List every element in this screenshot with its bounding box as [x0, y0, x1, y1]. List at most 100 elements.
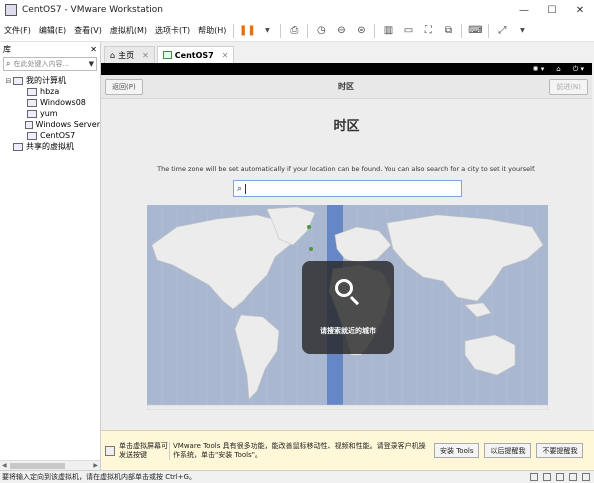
menu-vm[interactable]: 虚拟机(M) [106, 25, 151, 36]
scroll-left-icon[interactable]: ◀ [2, 462, 7, 469]
timezone-search-input[interactable]: ⌕ [233, 180, 462, 197]
click-hint: 单击虚拟屏幕可发送按键 [101, 442, 169, 460]
maximize-button[interactable]: ☐ [538, 0, 566, 20]
close-button[interactable]: ✕ [566, 0, 594, 20]
unity-icon[interactable]: ⧉ [441, 24, 455, 38]
tab-bar: ⌂ 主页 ✕ CentOS7 ✕ [101, 42, 594, 63]
hard-disk-icon[interactable] [530, 473, 538, 481]
tree-node[interactable]: hbza [0, 86, 100, 97]
menu-view[interactable]: 查看(V) [70, 25, 106, 36]
usb-icon[interactable] [569, 473, 577, 481]
network-icon[interactable]: ⌂ [556, 65, 560, 73]
world-map[interactable]: 请搜索就近的城市 [147, 205, 548, 410]
tree-node[interactable]: 共享的虚拟机 [0, 141, 100, 152]
gnome-top-bar: ✺ ▾ ⌂ ⏻ ▾ [101, 63, 592, 75]
tree-node[interactable]: Windows08 [0, 97, 100, 108]
vm-icon [27, 87, 37, 96]
send-keys-icon[interactable]: ⎙ [287, 24, 301, 38]
library-title: 库 [3, 44, 11, 54]
accessibility-icon[interactable]: ✺ ▾ [533, 65, 545, 73]
tree-node-label: CentOS7 [40, 131, 76, 140]
status-bar: 要将输入定向到该虚拟机，请在虚拟机内部单击或按 Ctrl+G。 [0, 470, 594, 483]
toolbar-separator [307, 23, 309, 38]
home-icon: ⌂ [110, 50, 116, 60]
library-header: 库 ✕ [0, 42, 100, 56]
search-hint-text: 请搜索就近的城市 [320, 327, 376, 335]
search-icon: ⌕ [6, 59, 11, 68]
menu-help[interactable]: 帮助(H) [194, 25, 230, 36]
printer-icon[interactable] [582, 473, 590, 481]
full-screen-icon[interactable]: ⛶ [421, 24, 435, 38]
chevron-down-icon[interactable]: ▼ [89, 60, 94, 68]
snapshot-manager-icon[interactable]: ⊜ [354, 24, 368, 38]
tree-node-label: Windows08 [40, 98, 86, 107]
tree-node[interactable]: Windows Server [0, 119, 100, 130]
tab-label: 主页 [118, 50, 135, 60]
vmware-app-icon [5, 4, 17, 16]
tree-node-label: hbza [40, 87, 60, 96]
dropdown-arrow-icon[interactable]: ▼ [260, 24, 274, 38]
click-hint-text: 单击虚拟屏幕可发送按键 [119, 441, 168, 459]
tab-centos7[interactable]: CentOS7 ✕ [156, 46, 235, 63]
status-text: 要将输入定向到该虚拟机，请在虚拟机内部单击或按 Ctrl+G。 [2, 473, 196, 481]
snapshot-icon[interactable]: ◷ [314, 24, 328, 38]
pause-icon[interactable]: ❚❚ [239, 24, 256, 38]
library-tree: ⊟ 我的计算机 hbza Windows08 yum Windows Server Cent… [0, 75, 100, 152]
tree-node-label: 共享的虚拟机 [26, 142, 74, 151]
vm-icon [27, 109, 37, 118]
remind-later-button[interactable]: 以后提醒我 [484, 443, 532, 458]
text-caret [245, 183, 247, 194]
scroll-right-icon[interactable]: ▶ [93, 462, 98, 469]
computer-icon [13, 142, 23, 151]
title-bar: CentOS7 - VMware Workstation — ☐ ✕ [0, 0, 594, 20]
library-search-placeholder: 在此处键入内容... [13, 60, 70, 68]
revert-snapshot-icon[interactable]: ⊖ [334, 24, 348, 38]
never-remind-button[interactable]: 不要提醒我 [536, 443, 584, 458]
menu-bar: 文件(F) 编辑(E) 查看(V) 虚拟机(M) 选项卡(T) 帮助(H) ❚❚… [0, 20, 594, 42]
notification-bar: 单击虚拟屏幕可发送按键 VMware Tools 具有很多功能，能改善鼠标移动性… [101, 430, 594, 470]
search-icon: ⌕ [237, 183, 243, 194]
show-library-icon[interactable]: ▥ [381, 24, 395, 38]
stretch-icon[interactable]: ⤢ [495, 24, 509, 38]
network-adapter-icon[interactable] [556, 473, 564, 481]
minimize-button[interactable]: — [510, 0, 538, 20]
installer-header: 返回(P) 时区 前进(N) [101, 75, 592, 99]
forward-button[interactable]: 前进(N) [549, 78, 588, 95]
search-hint-overlay: 请搜索就近的城市 [302, 261, 394, 354]
tree-node-label: 我的计算机 [26, 76, 66, 85]
tab-home[interactable]: ⌂ 主页 ✕ [104, 46, 155, 63]
tree-node[interactable]: yum [0, 108, 100, 119]
dropdown-arrow-icon[interactable]: ▼ [515, 24, 529, 38]
window-title: CentOS7 - VMware Workstation [22, 5, 164, 15]
library-search-input[interactable]: ⌕ 在此处键入内容... ▼ [3, 57, 97, 71]
toolbar-separator [233, 23, 235, 38]
vm-console[interactable]: ✺ ▾ ⌂ ⏻ ▾ 返回(P) 时区 前进(N) 时区 The time zon… [101, 63, 592, 429]
menu-tabs[interactable]: 选项卡(T) [151, 25, 194, 36]
tree-node-label: yum [40, 109, 58, 118]
toolbar-separator [374, 23, 376, 38]
library-scrollbar[interactable]: ◀ ▶ [0, 460, 100, 470]
tree-expander-icon[interactable]: ⊟ [4, 77, 13, 85]
close-icon[interactable]: ✕ [222, 51, 229, 60]
menu-edit[interactable]: 编辑(E) [35, 25, 70, 36]
thumbnail-bar-icon[interactable]: ▭ [401, 24, 415, 38]
cdrom-icon[interactable] [543, 473, 551, 481]
tab-label: CentOS7 [174, 50, 214, 60]
menu-file[interactable]: 文件(F) [0, 25, 35, 36]
close-icon[interactable]: ✕ [142, 51, 149, 60]
install-tools-button[interactable]: 安装 Tools [434, 443, 480, 458]
back-button[interactable]: 返回(P) [105, 78, 143, 95]
console-icon[interactable]: ⌨ [468, 24, 482, 38]
header-title: 时区 [337, 82, 354, 91]
power-icon[interactable]: ⏻ ▾ [573, 65, 584, 74]
toolbar-separator [280, 23, 282, 38]
tree-node[interactable]: ⊟ 我的计算机 [0, 75, 100, 86]
vm-icon [27, 98, 37, 107]
timezone-description: The time zone will be set automatically … [157, 165, 536, 173]
scroll-thumb[interactable] [10, 463, 65, 469]
library-close-icon[interactable]: ✕ [90, 45, 97, 54]
toolbar-separator [461, 23, 463, 38]
search-icon [335, 279, 353, 297]
tree-node[interactable]: CentOS7 [0, 130, 100, 141]
computer-icon [13, 76, 23, 85]
